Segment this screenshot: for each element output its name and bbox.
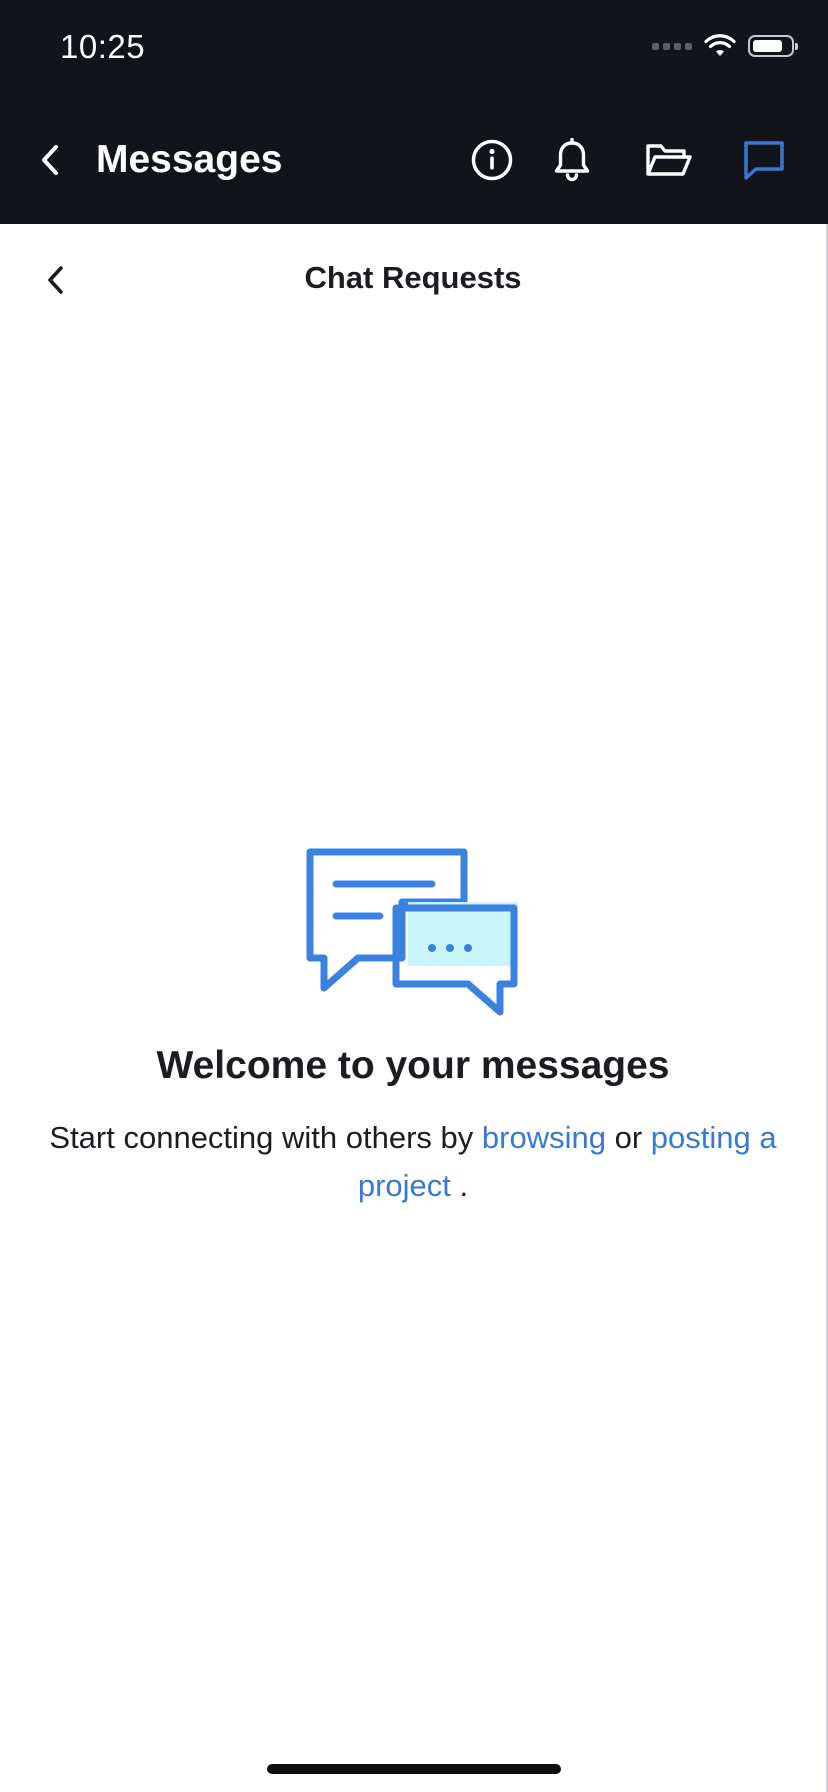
info-icon <box>471 139 513 181</box>
empty-state-text-before: Start connecting with others by <box>49 1120 482 1155</box>
projects-button[interactable] <box>641 132 697 188</box>
wifi-icon <box>704 34 736 56</box>
back-button[interactable] <box>30 138 70 182</box>
info-button[interactable] <box>464 132 520 188</box>
chat-bubbles-illustration <box>306 848 518 1016</box>
messages-tab-button[interactable] <box>736 132 792 188</box>
page-title: Messages <box>96 138 283 181</box>
cellular-signal-icon <box>652 42 692 50</box>
nav-bar: Messages <box>0 118 828 202</box>
empty-state-text-after: . <box>450 1168 469 1203</box>
notifications-button[interactable] <box>544 132 600 188</box>
status-time: 10:25 <box>60 28 146 65</box>
empty-state-text-middle: or <box>605 1120 651 1155</box>
screen: 10:25 Messages Chat Requests Welcome to … <box>0 0 828 1792</box>
folder-icon <box>646 144 692 176</box>
chevron-left-icon <box>42 145 58 175</box>
status-icons <box>652 34 798 58</box>
battery-icon <box>748 35 798 57</box>
browsing-link[interactable]: browsing <box>482 1120 606 1155</box>
empty-state-title: Welcome to your messages <box>156 1044 670 1087</box>
chat-requests-title: Chat Requests <box>304 260 522 295</box>
app-header: 10:25 Messages <box>0 0 828 224</box>
chat-bubble-icon <box>744 141 784 180</box>
empty-state-text: Start connecting with others by browsing… <box>20 1114 806 1210</box>
home-indicator[interactable] <box>267 1764 561 1774</box>
bell-icon <box>554 138 590 182</box>
